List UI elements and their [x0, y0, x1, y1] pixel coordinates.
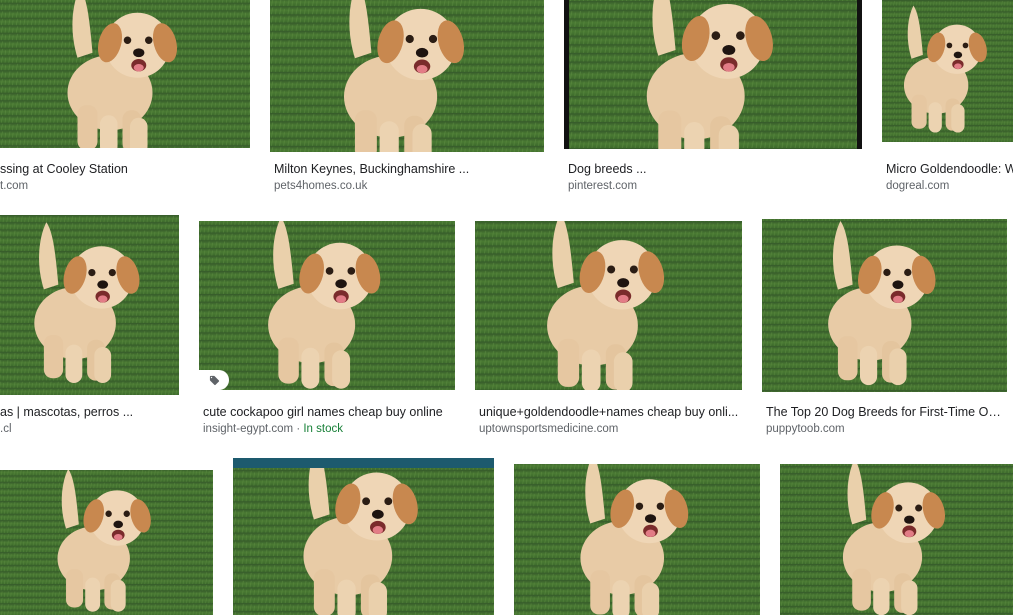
image-results-grid: ssing at Cooley Station t.com Milton Key…	[0, 0, 1013, 615]
puppy-image	[514, 464, 760, 615]
tag-icon	[209, 375, 219, 385]
result-card[interactable]	[0, 470, 213, 615]
puppy-image	[199, 221, 455, 390]
result-card[interactable]: Dog breeds ... pinterest.com	[564, 0, 862, 195]
puppy-image	[780, 464, 1013, 615]
result-source: pinterest.com	[568, 180, 638, 192]
image-top-banner	[233, 458, 494, 468]
result-card[interactable]: The Top 20 Dog Breeds for First-Time Ow.…	[762, 219, 1007, 440]
result-title[interactable]: as | mascotas, perros ...	[0, 404, 179, 420]
puppy-image	[762, 219, 1007, 392]
puppy-image	[569, 0, 857, 149]
result-title[interactable]: cute cockapoo girl names cheap buy onlin…	[203, 404, 455, 420]
puppy-image	[882, 0, 1013, 142]
result-thumbnail[interactable]	[0, 215, 179, 395]
result-card[interactable]	[514, 464, 760, 615]
result-source: t.com	[0, 180, 29, 192]
result-card[interactable]: unique+goldendoodle+names cheap buy onli…	[475, 221, 742, 440]
result-thumbnail[interactable]	[233, 458, 494, 615]
result-thumbnail[interactable]	[0, 470, 213, 615]
source-separator: ·	[293, 423, 304, 435]
result-title[interactable]: Milton Keynes, Buckinghamshire ...	[274, 161, 542, 177]
result-thumbnail[interactable]	[762, 219, 1007, 392]
result-card[interactable]	[233, 458, 494, 615]
result-thumbnail[interactable]	[514, 464, 760, 615]
result-title[interactable]: Micro Goldendoodle: W	[886, 161, 1013, 177]
result-card[interactable]	[780, 464, 1013, 615]
result-source: uptownsportsmedicine.com	[479, 423, 619, 435]
product-tag-badge	[199, 370, 229, 390]
result-title[interactable]: ssing at Cooley Station	[0, 161, 250, 177]
result-card[interactable]: Milton Keynes, Buckinghamshire ... pets4…	[270, 0, 544, 195]
puppy-image	[233, 458, 494, 615]
result-title[interactable]: unique+goldendoodle+names cheap buy onli…	[479, 404, 742, 420]
result-source: .cl	[0, 423, 12, 435]
result-title[interactable]: Dog breeds ...	[568, 161, 858, 177]
result-thumbnail[interactable]	[882, 0, 1013, 142]
result-card[interactable]: as | mascotas, perros ... .cl	[0, 215, 179, 440]
result-card[interactable]: Micro Goldendoodle: W dogreal.com	[882, 0, 1013, 195]
result-source: insight-egypt.com · In stock	[203, 422, 455, 436]
puppy-image	[270, 0, 544, 152]
result-thumbnail[interactable]	[780, 464, 1013, 615]
result-thumbnail[interactable]	[475, 221, 742, 390]
puppy-image	[0, 215, 179, 395]
result-source: puppytoob.com	[766, 423, 845, 435]
result-thumbnail[interactable]	[270, 0, 544, 152]
result-source: pets4homes.co.uk	[274, 180, 368, 192]
result-title[interactable]: The Top 20 Dog Breeds for First-Time Ow.…	[766, 404, 1007, 420]
result-card[interactable]: ssing at Cooley Station t.com	[0, 0, 250, 195]
result-source: dogreal.com	[886, 180, 950, 192]
result-thumbnail[interactable]	[199, 221, 455, 390]
puppy-image	[0, 0, 250, 148]
result-card[interactable]: cute cockapoo girl names cheap buy onlin…	[199, 221, 455, 440]
result-thumbnail[interactable]	[564, 0, 862, 149]
puppy-image	[475, 221, 742, 390]
result-source-domain: insight-egypt.com	[203, 423, 294, 435]
result-thumbnail[interactable]	[0, 0, 250, 148]
puppy-image	[0, 470, 213, 615]
stock-status: In stock	[303, 423, 343, 435]
